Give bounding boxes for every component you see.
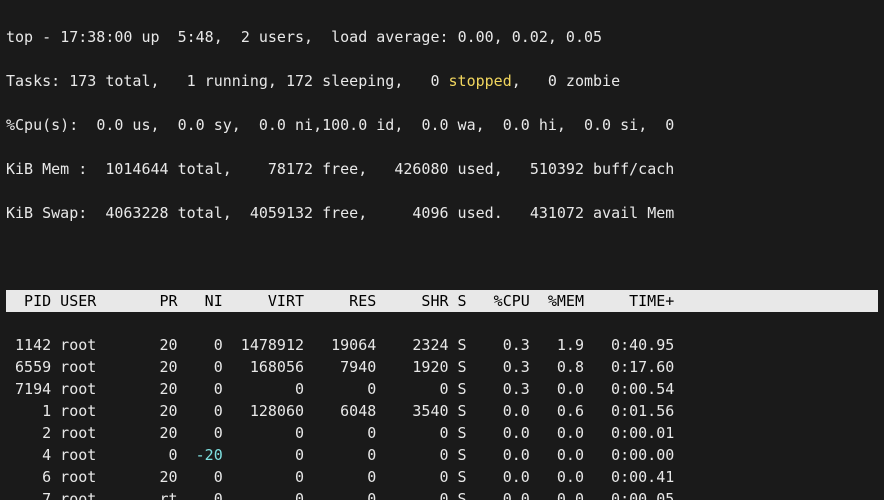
summary-line-cpu: %Cpu(s): 0.0 us, 0.0 sy, 0.0 ni,100.0 id… <box>6 114 878 136</box>
summary-line-swap: KiB Swap: 4063228 total, 4059132 free, 4… <box>6 202 878 224</box>
table-row: 4 root 0 -20 0 0 0 S 0.0 0.0 0:00.00 <box>6 444 878 466</box>
column-header[interactable]: PID USER PR NI VIRT RES SHR S %CPU %MEM … <box>6 290 878 312</box>
nice-value: -20 <box>187 446 223 464</box>
summary-line-tasks: Tasks: 173 total, 1 running, 172 sleepin… <box>6 70 878 92</box>
summary-line-mem: KiB Mem : 1014644 total, 78172 free, 426… <box>6 158 878 180</box>
table-row: 6 root 20 0 0 0 0 S 0.0 0.0 0:00.41 <box>6 466 878 488</box>
table-row: 6559 root 20 0 168056 7940 1920 S 0.3 0.… <box>6 356 878 378</box>
table-row: 1142 root 20 0 1478912 19064 2324 S 0.3 … <box>6 334 878 356</box>
stopped-highlight: stopped <box>449 72 512 90</box>
summary-line-uptime: top - 17:38:00 up 5:48, 2 users, load av… <box>6 26 878 48</box>
table-row: 1 root 20 0 128060 6048 3540 S 0.0 0.6 0… <box>6 400 878 422</box>
table-row: 7194 root 20 0 0 0 0 S 0.3 0.0 0:00.54 <box>6 378 878 400</box>
terminal-view[interactable]: top - 17:38:00 up 5:48, 2 users, load av… <box>0 0 884 500</box>
table-row: 7 root rt 0 0 0 0 S 0.0 0.0 0:00.05 <box>6 488 878 500</box>
blank-line <box>6 246 878 268</box>
table-row: 2 root 20 0 0 0 0 S 0.0 0.0 0:00.01 <box>6 422 878 444</box>
process-list: 1142 root 20 0 1478912 19064 2324 S 0.3 … <box>6 334 878 500</box>
